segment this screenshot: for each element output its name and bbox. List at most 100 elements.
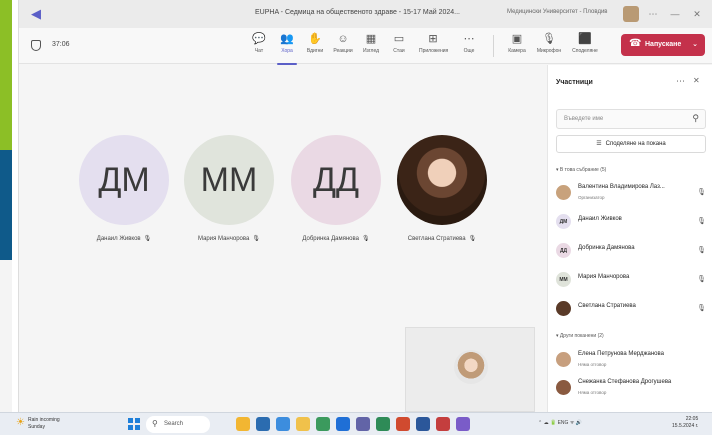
close-window-icon[interactable]: ✕ [689, 6, 705, 22]
in-meeting-section-header[interactable]: ▾ В това събрание (5) [556, 167, 606, 173]
teams-icon[interactable] [356, 417, 370, 431]
chrome-icon[interactable] [316, 417, 330, 431]
participant-row[interactable]: Светлана Стратиева 🎙 [556, 298, 710, 320]
participant-tile[interactable]: Светлана Стратиева 🎙 [397, 135, 487, 242]
participant-role: Организатор [578, 195, 605, 200]
more-icon: ⋯ [463, 33, 475, 45]
word-icon[interactable] [416, 417, 430, 431]
participant-avatar: ДД [291, 135, 381, 225]
participant-search-input[interactable]: Въведете име ⚲ [556, 109, 706, 129]
edge-icon[interactable] [276, 417, 290, 431]
hang-up-icon: ☎ [629, 38, 642, 49]
task-view-icon[interactable] [256, 417, 270, 431]
search-icon: ⚲ [692, 113, 699, 123]
mic-muted-icon: 🎙 [252, 236, 260, 242]
invited-row[interactable]: Елена Петрунова Мерджанова Няма отговор [556, 349, 710, 371]
account-avatar[interactable] [623, 6, 639, 22]
reactions-button[interactable]: ☺ Реакции [329, 32, 357, 62]
mic-muted-icon: 🎙 [361, 236, 370, 242]
share-invite-button[interactable]: ☰ Споделяне на покана [556, 135, 706, 153]
background-blue-strip [0, 150, 12, 260]
more-options-icon[interactable]: ⋯ [676, 76, 685, 87]
chat-button[interactable]: 💬 Чат [245, 32, 273, 62]
participant-status: Няма отговор [578, 362, 607, 367]
minimize-icon[interactable]: — [667, 6, 683, 22]
view-label: Изглед [362, 48, 380, 54]
participant-tile[interactable]: ДД Добринка Дамянова 🎙 [291, 135, 381, 242]
participant-row[interactable]: ММ Мария Манчорова 🎙 [556, 269, 710, 291]
powerpoint-icon[interactable] [396, 417, 410, 431]
self-view-tile[interactable] [405, 327, 535, 412]
rooms-label: Стаи [393, 48, 405, 54]
raise-hand-button[interactable]: ✋ Вдигни [301, 32, 329, 62]
participant-name: Мария Манчорова [578, 274, 630, 280]
panel-title: Участници [556, 79, 593, 86]
participant-avatar: ДМ [556, 214, 571, 229]
window-title: EUPHA - Седмица на общественото здраве -… [255, 9, 460, 16]
weather-widget[interactable]: ☀ Rain incoming Sunday [16, 417, 60, 431]
camera-label: Камера [508, 48, 526, 54]
background-white-strip [0, 260, 12, 420]
more-button[interactable]: ⋯ Още [455, 32, 483, 62]
excel-icon[interactable] [376, 417, 390, 431]
file-explorer-icon[interactable] [296, 417, 310, 431]
teams-meeting-window: ◀ EUPHA - Седмица на общественото здраве… [18, 0, 712, 412]
taskbar-search-label: Search [164, 421, 184, 427]
share-invite-icon: ☰ [596, 141, 602, 147]
mic-muted-icon: 🎙 [697, 247, 706, 254]
mic-button[interactable]: 🎙 Микрофон [535, 32, 563, 62]
leave-button[interactable]: ☎ Напускане ⌄ [621, 34, 705, 56]
participant-row[interactable]: ДД Добринка Дамянова 🎙 [556, 240, 710, 262]
view-button[interactable]: ▦ Изглед [357, 32, 385, 62]
system-tray[interactable]: ⌃ ☁ 🔋 ENG ᯤ 🔊 [538, 420, 582, 426]
camera-button[interactable]: ▣ Камера [503, 32, 531, 62]
participant-tile[interactable]: ДМ Данаил Живков 🎙 [79, 135, 169, 242]
mic-muted-icon: 🎙 [697, 276, 706, 283]
apps-button[interactable]: ⊞ Приложения [419, 32, 448, 62]
participant-name: Данаил Живков [578, 216, 622, 222]
share-icon: ⬛ [578, 33, 592, 45]
participant-avatar: ММ [556, 272, 571, 287]
chat-icon: 💬 [252, 33, 266, 45]
back-arrow-icon[interactable]: ◀ [31, 7, 45, 21]
participant-name: Елена Петрунова Мерджанова [578, 351, 664, 357]
participants-panel: Участници ⋯ ✕ Въведете име ⚲ ☰ Споделяне … [547, 65, 712, 412]
share-label: Споделяне [572, 48, 598, 54]
participant-row[interactable]: ДМ Данаил Живков 🎙 [556, 211, 710, 233]
taskbar-search[interactable]: ⚲ Search [146, 416, 210, 433]
raise-hand-label: Вдигни [306, 48, 324, 54]
outlook-icon[interactable] [336, 417, 350, 431]
participant-avatar: ММ [184, 135, 274, 225]
participant-status: Няма отговор [578, 390, 607, 395]
app-icon[interactable] [456, 417, 470, 431]
reactions-icon: ☺ [337, 33, 349, 45]
mic-muted-icon: 🎙 [697, 189, 706, 196]
camera-icon: ▣ [511, 33, 523, 45]
people-button[interactable]: 👥 Хора [273, 32, 301, 65]
participant-avatar [556, 352, 571, 367]
video-stage: ДМ Данаил Живков 🎙 ММ Мария Манчорова 🎙 ДД… [19, 65, 543, 412]
chevron-down-icon[interactable]: ⌄ [692, 40, 698, 48]
weather-icon: ☀ [16, 417, 25, 428]
windows-taskbar: ☀ Rain incoming Sunday ⚲ Search ⌃ ☁ 🔋 EN… [0, 412, 712, 435]
more-options-icon[interactable]: ⋯ [645, 6, 661, 22]
rooms-button[interactable]: ▭ Стаи [385, 32, 413, 62]
participant-tile[interactable]: ММ Мария Манчорова 🎙 [184, 135, 274, 242]
participant-avatar [556, 380, 571, 395]
participant-avatar: ДМ [79, 135, 169, 225]
participant-name: Добринка Дамянова [302, 236, 359, 242]
invited-row[interactable]: Снежанка Стефанова Дрогушева Няма отгово… [556, 377, 710, 399]
system-clock[interactable]: 22:05 15.5.2024 г. [672, 416, 698, 430]
windows-start-icon[interactable] [128, 418, 140, 430]
pdf-icon[interactable] [436, 417, 450, 431]
participant-name-row: Данаил Живков 🎙 [79, 235, 169, 242]
widgets-app-icon[interactable] [236, 417, 250, 431]
others-section-header[interactable]: ▾ Други поканени (2) [556, 333, 604, 339]
participant-name-row: Мария Манчорова 🎙 [184, 235, 274, 242]
participant-name: Мария Манчорова [198, 236, 250, 242]
participant-row[interactable]: Валентина Владимирова Лаз... Организатор… [556, 182, 710, 204]
participant-name: Данаил Живков [96, 236, 141, 242]
close-panel-icon[interactable]: ✕ [693, 76, 700, 85]
organization-label: Медицински Университет - Пловдив [507, 9, 608, 15]
share-button[interactable]: ⬛ Споделяне [571, 32, 599, 62]
